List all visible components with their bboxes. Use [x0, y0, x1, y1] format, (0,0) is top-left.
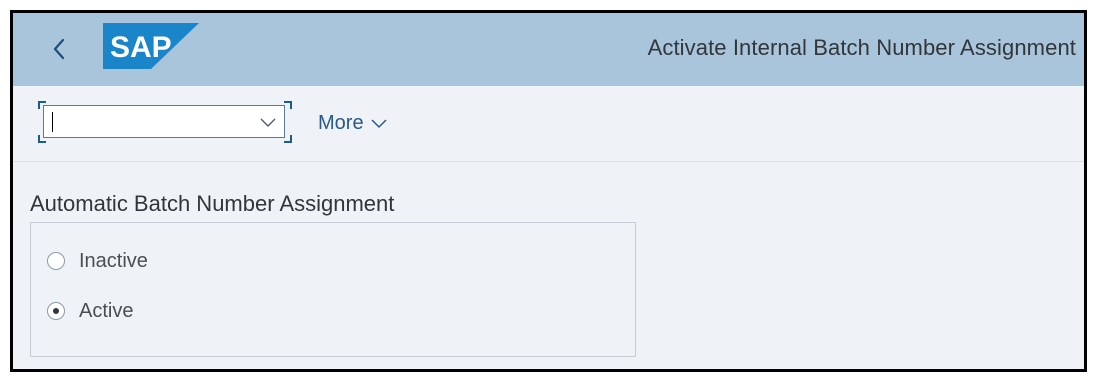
radio-option-inactive[interactable]: Inactive: [47, 247, 148, 275]
shell-header: SAP Activate Internal Batch Number Assig…: [13, 13, 1084, 86]
radio-option-active[interactable]: Active: [47, 297, 133, 325]
radio-group: Inactive Active: [30, 222, 636, 357]
chevron-left-icon: [53, 38, 65, 60]
chevron-down-icon: [260, 118, 276, 127]
radio-button-active[interactable]: [47, 302, 65, 320]
svg-text:SAP: SAP: [110, 31, 172, 64]
back-button[interactable]: [43, 29, 75, 69]
focus-corner: [284, 101, 292, 109]
more-button[interactable]: More: [318, 110, 388, 136]
radio-label: Active: [79, 299, 134, 322]
focus-corner: [284, 135, 292, 143]
command-input-box[interactable]: [43, 105, 285, 138]
command-input[interactable]: [50, 109, 250, 133]
toolbar: More: [13, 86, 1084, 162]
command-field[interactable]: [38, 101, 292, 143]
app-window: SAP Activate Internal Batch Number Assig…: [10, 10, 1087, 372]
more-label: More: [318, 111, 364, 134]
text-cursor: [52, 112, 53, 132]
group-title: Automatic Batch Number Assignment: [30, 191, 395, 216]
command-dropdown-button[interactable]: [258, 113, 278, 131]
radio-label: Inactive: [79, 249, 148, 272]
radio-button-inactive[interactable]: [47, 252, 65, 270]
chevron-down-icon: [371, 119, 387, 128]
sap-logo: SAP: [103, 23, 199, 69]
page-title: Activate Internal Batch Number Assignmen…: [647, 35, 1076, 60]
